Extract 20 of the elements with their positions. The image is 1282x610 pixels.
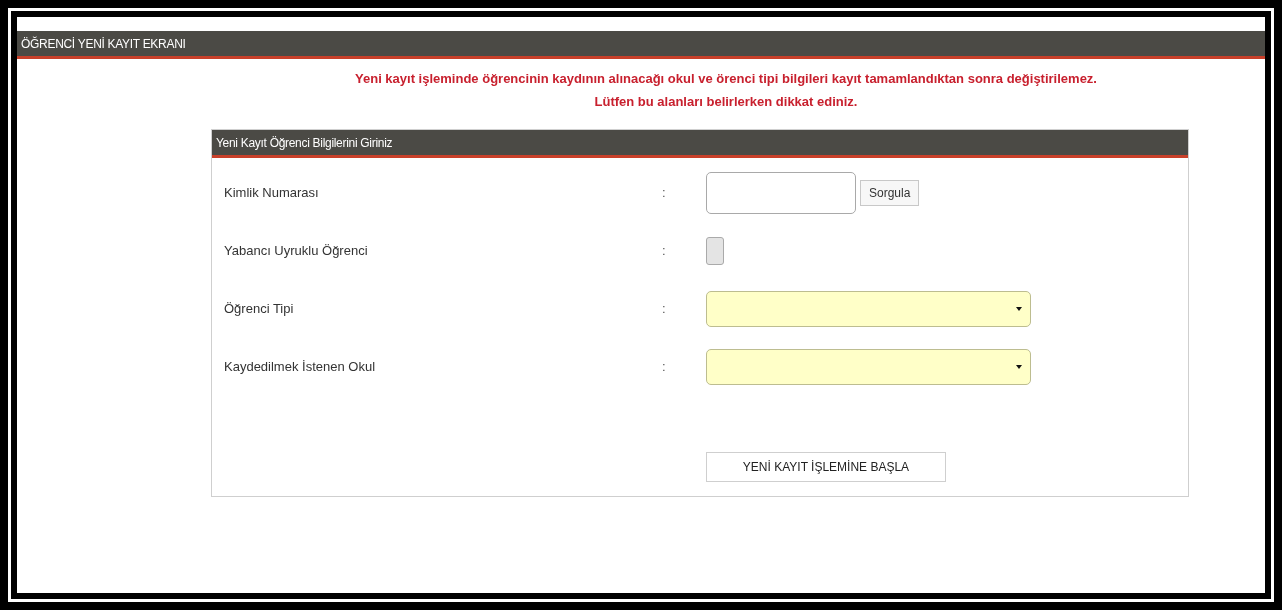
- colon: :: [662, 242, 667, 261]
- query-button[interactable]: Sorgula: [860, 180, 920, 206]
- dropdown[interactable]: [706, 291, 1031, 327]
- colon: :: [662, 300, 667, 319]
- caret-icon: [1016, 364, 1022, 370]
- field-label: Öğrenci Tipi: [223, 300, 295, 319]
- window-title: ÖĞRENCİ YENİ KAYIT EKRANI: [21, 35, 186, 53]
- field-label: Kimlik Numarası: [223, 184, 320, 203]
- caret-icon: [1016, 306, 1022, 312]
- field-label: Yabancı Uyruklu Öğrenci: [223, 242, 369, 261]
- colon: :: [662, 358, 667, 377]
- start-registration-button[interactable]: YENİ KAYIT İŞLEMİNE BAŞLA: [706, 452, 946, 482]
- warning-text: Lütfen bu alanları belirlerken dikkat ediniz.: [594, 92, 858, 111]
- dropdown[interactable]: [706, 349, 1031, 385]
- checkbox[interactable]: [706, 237, 724, 265]
- colon: :: [662, 184, 667, 203]
- panel-title: Yeni Kayıt Öğrenci Bilgilerini Giriniz: [216, 134, 393, 152]
- text-field[interactable]: [706, 172, 856, 214]
- warning-text: Yeni kayıt işleminde öğrencinin kaydının alınacağı okul ve örenci tipi bilgileri kayıt tamamlandıktan sonra değiştirilemez.: [355, 70, 1097, 88]
- field-label: Kaydedilmek İstenen Okul: [223, 358, 377, 377]
